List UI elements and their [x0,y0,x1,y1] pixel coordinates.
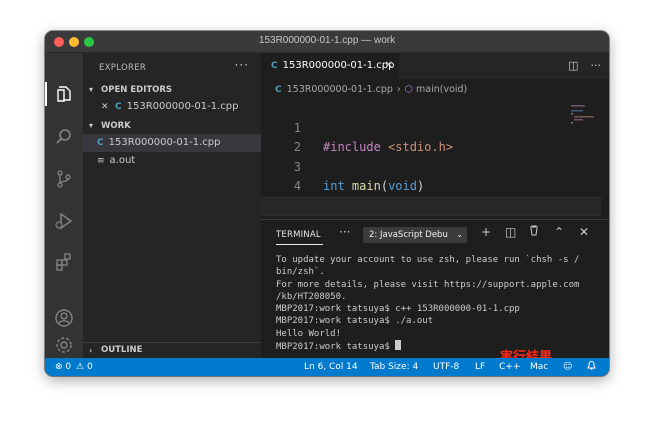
close-icon[interactable]: ✕ [101,98,109,116]
explorer-header: EXPLORER [99,63,147,73]
close-icon[interactable]: ✕ [579,225,589,239]
warning-icon: ⚠ [76,362,85,372]
code-line: 3 int main(void) [261,138,601,194]
terminal-output[interactable]: To update your account to use zsh, pleas… [276,254,606,352]
error-count: 0 [65,362,72,372]
more-actions-icon[interactable]: ··· [591,59,602,72]
code-line-current: 6 return 0; [261,196,601,253]
encoding[interactable]: UTF-8 [433,358,459,376]
vscode-window: 153R000000-01-1.cpp — work EXPLORER ··· [45,31,609,376]
outline-section[interactable]: › OUTLINE [83,342,261,358]
terminal-prompt-line: MBP2017:work tatsuya$ [276,340,606,352]
function-symbol-icon: ⬡ [404,84,414,95]
cpp-file-icon: C [115,102,122,112]
terminal-panel: TERMINAL ··· 2: JavaScript Debu ⌄ + ◫ ⌃ … [261,219,609,372]
window-title: 153R000000-01-1.cpp — work [258,35,396,46]
error-icon: ⊗ [55,362,63,372]
terminal-line: To update your account to use zsh, pleas… [276,255,580,265]
code-line: 5 printf("Hello World!\n"); [261,177,601,233]
active-indicator [45,82,47,106]
minimap[interactable] [569,103,605,135]
terminal-selector[interactable]: 2: JavaScript Debu ⌄ [363,227,467,243]
open-editor-filename: 153R000000-01-1.cpp [126,101,239,112]
chevron-down-icon: ▾ [89,121,94,130]
open-editor-item[interactable]: ✕ C 153R000000-01-1.cpp [83,98,261,116]
cpp-file-icon: C [97,138,104,148]
breadcrumb: C 153R000000-01-1.cpp › ⬡ main(void) [275,84,467,95]
editor-actions: ◫ ··· [556,59,601,72]
terminal-prompt: MBP2017:work tatsuya$ [276,342,396,353]
tab-terminal[interactable]: TERMINAL [276,230,321,240]
run-debug-icon[interactable] [54,211,74,231]
trash-icon[interactable] [529,225,539,239]
terminal-line: Hello World! [276,328,342,339]
cpp-file-icon: C [271,61,278,71]
chevron-right-icon: › [396,84,401,95]
code-line: 4 { [261,158,601,216]
work-folder-section[interactable]: ▾ WORK [83,118,261,134]
status-bar: ⊗ 0 ⚠ 0 Ln 6, Col 14 Tab Size: 4 UTF-8 L… [45,358,609,376]
language-mode[interactable]: C++ [499,358,520,376]
file-item-cpp[interactable]: C 153R000000-01-1.cpp [83,134,261,152]
terminal-selector-value: 2: JavaScript Debu [369,230,448,240]
editor-tabs: C 153R000000-01-1.cpp ✕ ◫ ··· [261,53,609,79]
platform[interactable]: Mac [530,358,548,376]
explorer-icon[interactable] [54,84,74,104]
line-ending[interactable]: LF [475,358,485,376]
outline-label: OUTLINE [101,345,143,355]
close-tab-icon[interactable]: ✕ [385,53,393,79]
file-name: a.out [109,155,136,166]
open-editors-label: OPEN EDITORS [101,85,173,95]
tab-size[interactable]: Tab Size: 4 [370,358,418,376]
work-folder-label: WORK [101,121,131,131]
breadcrumb-symbol[interactable]: main(void) [416,84,467,95]
split-editor-icon[interactable]: ◫ [568,59,578,72]
tab-cpp-file[interactable]: C 153R000000-01-1.cpp ✕ [261,53,399,79]
problems-indicator[interactable]: ⊗ 0 ⚠ 0 [55,358,93,376]
chevron-up-icon[interactable]: ⌃ [554,225,564,239]
cursor-position[interactable]: Ln 6, Col 14 [304,358,358,376]
plus-icon[interactable]: + [481,225,491,239]
bell-icon[interactable] [587,358,596,376]
tab-label: 153R000000-01-1.cpp [282,60,395,71]
terminal-line: MBP2017:work tatsuya$ ./a.out [276,316,434,327]
panel-more-button[interactable]: ··· [339,225,350,239]
terminal-line: MBP2017:work tatsuya$ c++ 153R000000-01-… [276,304,520,315]
feedback-icon[interactable]: ☺ [563,358,572,376]
explorer-more-button[interactable]: ··· [235,58,249,72]
explorer-sidebar: EXPLORER ··· ▾ OPEN EDITORS ✕ C 153R00000… [83,53,261,358]
search-icon[interactable] [54,127,74,147]
cpp-file-icon: C [275,85,282,95]
chevron-down-icon: ▾ [89,85,94,94]
file-name: 153R000000-01-1.cpp [108,137,221,148]
generic-file-icon: ≡ [97,156,105,166]
open-editors-section[interactable]: ▾ OPEN EDITORS [83,82,261,98]
breadcrumb-file[interactable]: 153R000000-01-1.cpp [287,84,393,95]
chevron-right-icon: › [89,346,93,355]
warning-count: 0 [86,362,93,372]
activity-bar [45,53,83,358]
terminal-line: bin/zsh`. [276,267,325,278]
chevron-down-icon: ⌄ [456,230,463,239]
code-line: 1 #include <stdio.h> [261,99,601,155]
active-tab-underline [276,244,323,245]
source-control-icon[interactable] [54,169,74,189]
account-icon[interactable] [54,308,74,328]
terminal-line: /kb/HT208050. [276,291,347,302]
title-bar: 153R000000-01-1.cpp — work [45,31,609,53]
extensions-icon[interactable] [54,252,74,272]
code-line: 2 [261,119,601,154]
file-item-aout[interactable]: ≡ a.out [83,152,261,170]
gear-icon[interactable] [54,335,74,355]
terminal-line: For more details, please visit https://s… [276,279,580,290]
split-terminal-icon[interactable]: ◫ [505,225,516,239]
terminal-cursor [395,340,402,351]
